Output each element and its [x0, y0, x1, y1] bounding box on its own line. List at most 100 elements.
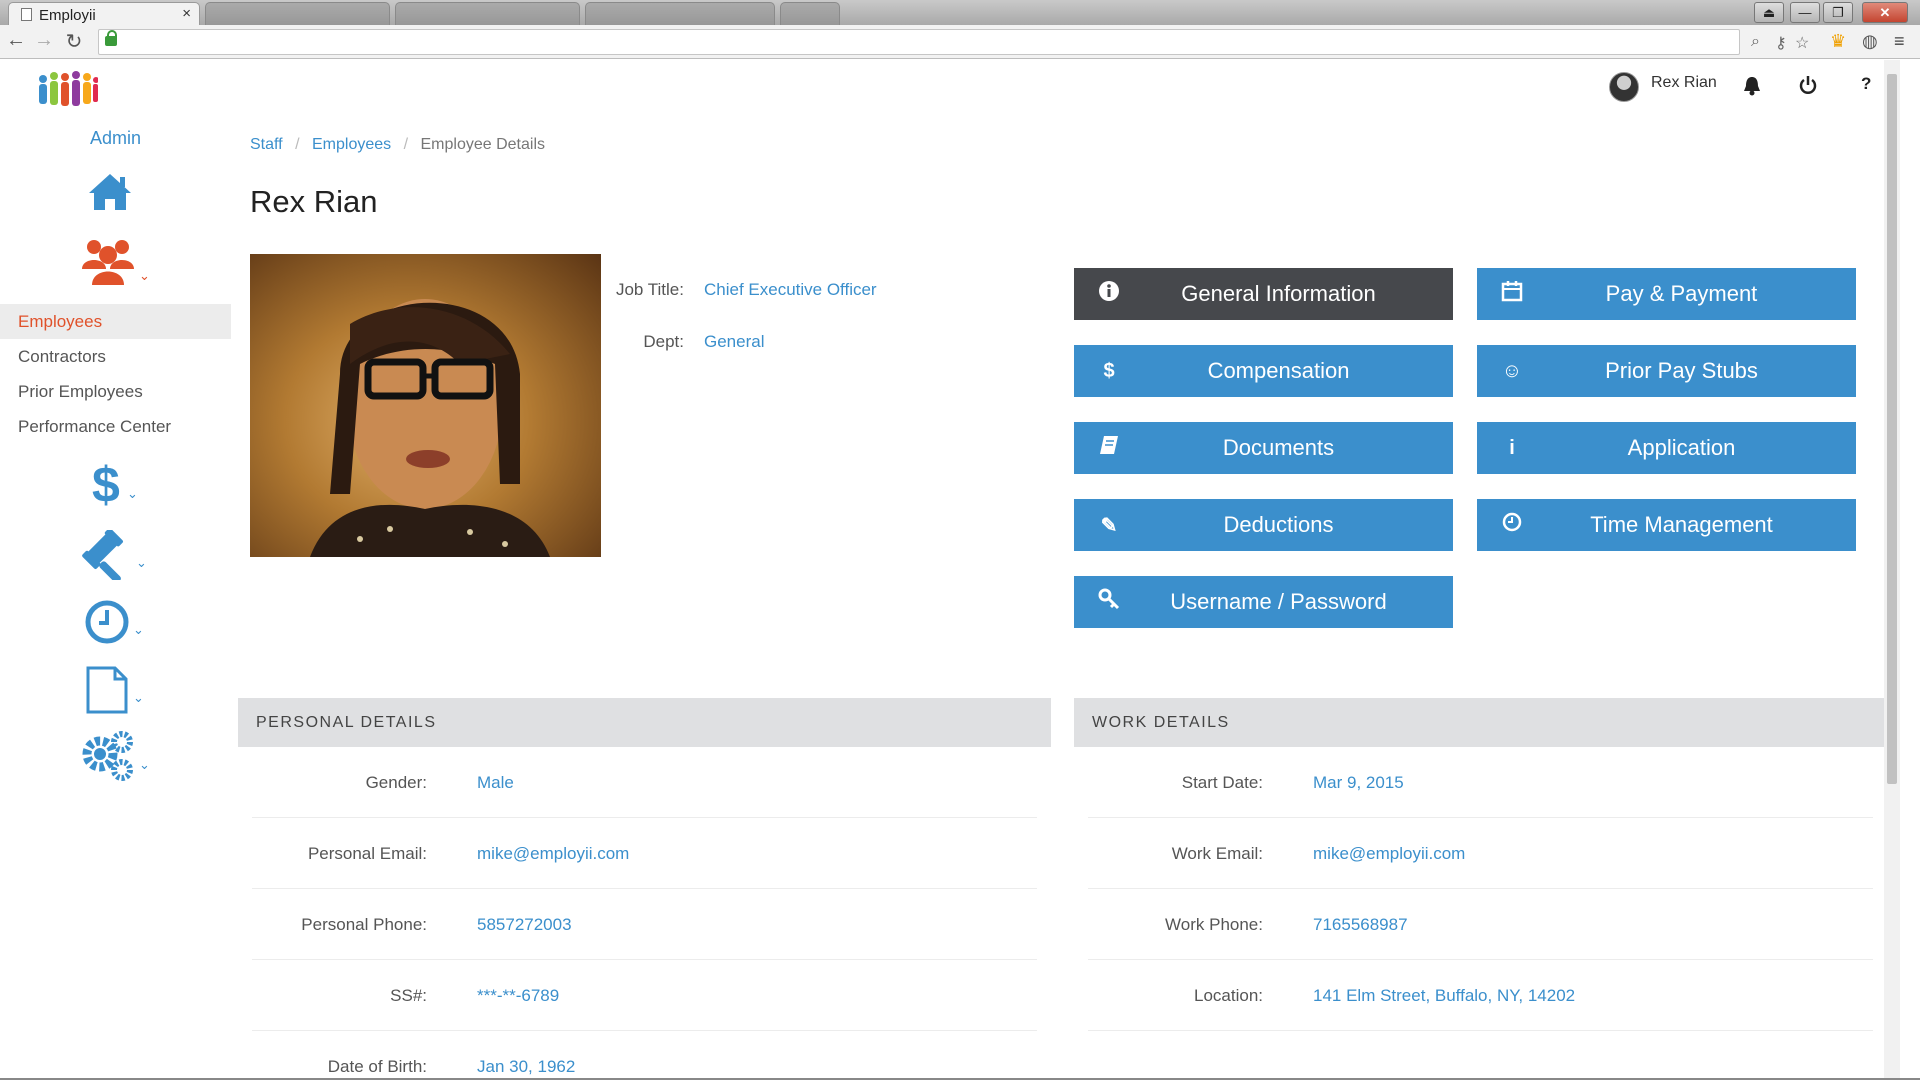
browser-tab-employii[interactable]: Employii × — [8, 2, 200, 25]
detail-row-work-email: Work Email: mike@employii.com — [1088, 818, 1873, 889]
detail-value[interactable]: Male — [477, 773, 514, 793]
detail-value[interactable]: Mar 9, 2015 — [1313, 773, 1404, 793]
detail-value[interactable]: 7165568987 — [1313, 915, 1408, 935]
smiley-icon: ☺ — [1501, 359, 1523, 382]
address-bar[interactable]: ⌕ ⚷ ☆ — [98, 29, 1809, 55]
app: Admin ⌄ Employees Contractors Prior Empl… — [0, 60, 1920, 1080]
chevron-down-icon[interactable]: ⌄ — [136, 555, 147, 571]
time-management-button[interactable]: Time Management — [1477, 499, 1856, 551]
detail-value[interactable]: 5857272003 — [477, 915, 572, 935]
employees-subnav: Employees Contractors Prior Employees Pe… — [0, 304, 231, 444]
new-tab-button[interactable] — [780, 2, 840, 25]
star-icon[interactable]: ☆ — [1795, 33, 1809, 53]
back-button[interactable]: ← — [4, 29, 28, 52]
clock-icon — [1477, 512, 1547, 538]
bell-icon[interactable] — [1743, 76, 1761, 96]
menu-icon[interactable]: ≡ — [1894, 31, 1905, 52]
avatar[interactable] — [1609, 72, 1639, 102]
people-icon[interactable] — [80, 235, 136, 287]
browser-tab[interactable] — [205, 2, 390, 25]
detail-label: Date of Birth: — [327, 1057, 427, 1076]
detail-label: Location: — [1194, 986, 1263, 1005]
deductions-button[interactable]: ✎ Deductions — [1074, 499, 1453, 551]
help-icon[interactable]: ? — [1861, 74, 1871, 94]
document-icon[interactable] — [85, 665, 129, 715]
forward-button[interactable]: → — [32, 29, 56, 52]
page-title: Rex Rian — [250, 184, 378, 219]
detail-label: Work Phone: — [1165, 915, 1263, 934]
gavel-icon[interactable] — [82, 530, 134, 580]
detail-row-gender: Gender: Male — [252, 747, 1037, 818]
tab-title: Employii — [39, 7, 96, 24]
detail-row-work-phone: Work Phone: 7165568987 — [1088, 889, 1873, 960]
info-icon: i — [1509, 436, 1515, 459]
button-label: General Information — [1181, 281, 1376, 306]
close-window-button[interactable]: ✕ — [1862, 2, 1908, 23]
chevron-down-icon[interactable]: ⌄ — [133, 622, 144, 638]
sidebar-item-employees[interactable]: Employees — [0, 304, 231, 339]
detail-label: Personal Phone: — [301, 915, 427, 934]
detail-value[interactable]: 141 Elm Street, Buffalo, NY, 14202 — [1313, 986, 1575, 1006]
lock-icon — [105, 30, 117, 46]
sidebar: Admin ⌄ Employees Contractors Prior Empl… — [0, 60, 231, 1080]
sidebar-item-prior-employees[interactable]: Prior Employees — [0, 374, 231, 409]
button-label: Time Management — [1590, 512, 1773, 537]
chevron-down-icon[interactable]: ⌄ — [133, 690, 144, 706]
detail-value[interactable]: Jan 30, 1962 — [477, 1057, 575, 1077]
power-icon[interactable] — [1798, 75, 1818, 95]
browser-tab[interactable] — [585, 2, 775, 25]
compensation-button[interactable]: $ Compensation — [1074, 345, 1453, 397]
button-label: Username / Password — [1170, 589, 1387, 614]
dept-label: Dept: — [643, 332, 684, 351]
detail-value[interactable]: mike@employii.com — [477, 844, 629, 864]
clock-icon[interactable] — [85, 600, 129, 644]
detail-value[interactable]: mike@employii.com — [1313, 844, 1465, 864]
maximize-button[interactable]: ❐ — [1823, 2, 1853, 23]
reload-button[interactable]: ↻ — [62, 29, 86, 54]
browser-tab[interactable] — [395, 2, 580, 25]
profile-icon[interactable]: ⏏ — [1754, 2, 1784, 23]
breadcrumb-separator: / — [403, 136, 409, 153]
username-password-button[interactable]: Username / Password — [1074, 576, 1453, 628]
scrollbar-thumb[interactable] — [1887, 74, 1897, 784]
chevron-down-icon[interactable]: ⌄ — [139, 757, 150, 773]
gears-icon[interactable] — [80, 730, 136, 782]
button-label: Documents — [1222, 435, 1335, 460]
key-icon — [1074, 588, 1144, 616]
admin-label[interactable]: Admin — [0, 128, 231, 149]
minimize-button[interactable]: — — [1790, 2, 1820, 23]
pay-payment-button[interactable]: Pay & Payment — [1477, 268, 1856, 320]
detail-row-personal-email: Personal Email: mike@employii.com — [252, 818, 1037, 889]
breadcrumb-employees[interactable]: Employees — [312, 136, 391, 153]
button-label: Pay & Payment — [1605, 281, 1758, 306]
header-user-name[interactable]: Rex Rian — [1651, 74, 1717, 92]
dollar-icon[interactable]: $ — [92, 460, 120, 510]
breadcrumb-staff[interactable]: Staff — [250, 136, 283, 153]
zoom-icon[interactable]: ⌕ — [1751, 33, 1760, 51]
extension-icon[interactable]: ◍ — [1862, 31, 1878, 52]
chevron-down-icon[interactable]: ⌄ — [127, 486, 138, 502]
employii-logo[interactable] — [36, 70, 98, 110]
personal-details-title: PERSONAL DETAILS — [238, 698, 1051, 747]
tab-close-icon[interactable]: × — [182, 5, 191, 22]
page-scrollbar[interactable] — [1884, 60, 1900, 1080]
prior-pay-stubs-button[interactable]: ☺ Prior Pay Stubs — [1477, 345, 1856, 397]
sidebar-item-contractors[interactable]: Contractors — [0, 339, 231, 374]
book-icon — [1074, 434, 1144, 462]
home-icon[interactable] — [87, 172, 133, 212]
documents-button[interactable]: Documents — [1074, 422, 1453, 474]
detail-row-ssn: SS#: ***-**-6789 — [252, 960, 1037, 1031]
dollar-icon: $ — [1103, 359, 1115, 382]
chevron-down-icon[interactable]: ⌄ — [139, 268, 150, 284]
application-button[interactable]: i Application — [1477, 422, 1856, 474]
detail-row-personal-phone: Personal Phone: 5857272003 — [252, 889, 1037, 960]
key-icon[interactable]: ⚷ — [1775, 33, 1787, 53]
sidebar-item-performance-center[interactable]: Performance Center — [0, 409, 231, 444]
pencil-icon: ✎ — [1100, 514, 1118, 537]
dept-value[interactable]: General — [704, 332, 764, 351]
browser-titlebar: Employii × ⏏ — ❐ ✕ — [0, 0, 1920, 25]
job-title-value[interactable]: Chief Executive Officer — [704, 280, 877, 299]
detail-value[interactable]: ***-**-6789 — [477, 986, 559, 1006]
general-information-button[interactable]: General Information — [1074, 268, 1453, 320]
extension-icon[interactable]: ♛ — [1830, 31, 1846, 52]
